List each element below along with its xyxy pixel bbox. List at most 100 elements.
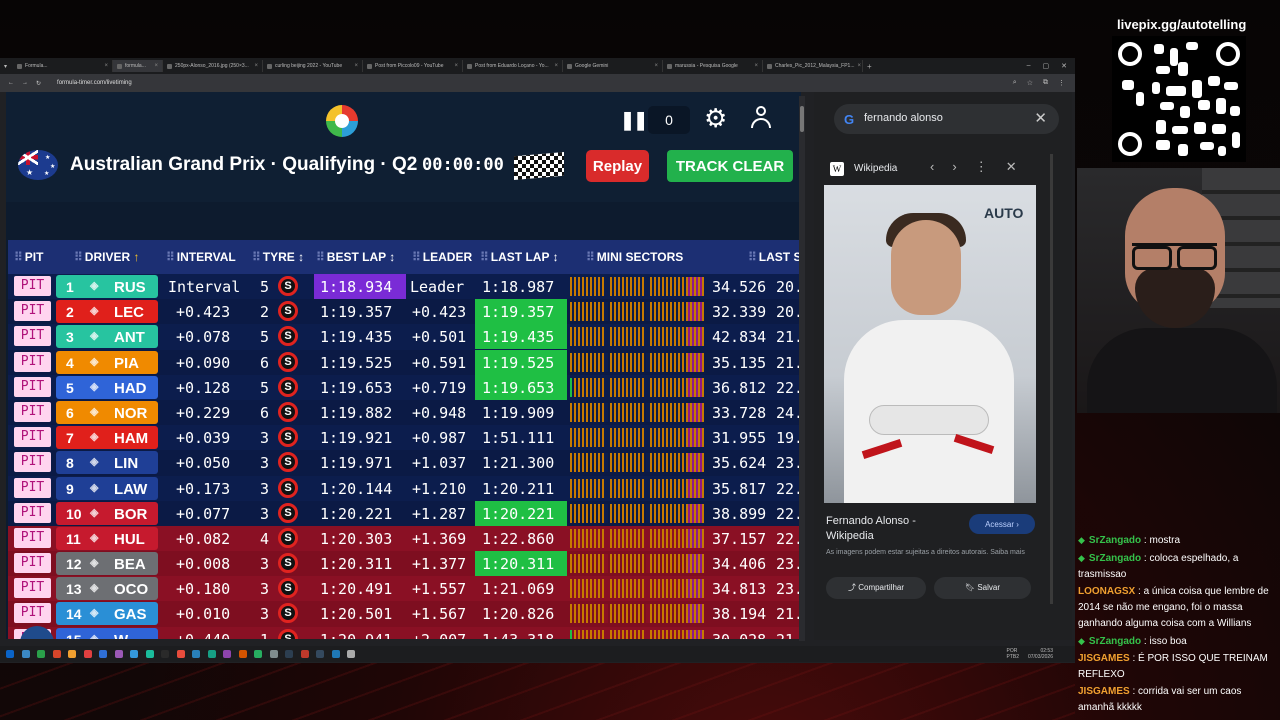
- tab-close-icon[interactable]: ×: [655, 63, 659, 69]
- chat-username[interactable]: SrZangado: [1089, 636, 1141, 647]
- pause-icon[interactable]: ❚❚: [620, 110, 648, 131]
- timing-row[interactable]: PIT 5 ◈ HAD +0.128 5 S 1:19.653 +0.719 1:19.653 36…: [8, 374, 801, 400]
- driver-badge[interactable]: 5 ◈ HAD: [56, 375, 158, 399]
- taskbar-app-icon[interactable]: [347, 650, 355, 658]
- browser-tab[interactable]: Post from Piccolo09 - YouTube ×: [363, 60, 464, 72]
- reload-icon[interactable]: ↻: [36, 80, 41, 87]
- browser-tab[interactable]: 250px-Alonso_2016.jpg (250×3... ×: [163, 60, 264, 72]
- driver-badge[interactable]: 15 ◈ W ALB: [56, 627, 158, 639]
- driver-badge[interactable]: 11 ◈ HUL: [56, 526, 158, 550]
- driver-badge[interactable]: 12 ◈ BEA: [56, 552, 158, 576]
- gear-icon[interactable]: ⚙: [704, 103, 727, 134]
- driver-badge[interactable]: 2 ◈ LEC: [56, 300, 158, 324]
- new-tab-icon[interactable]: +: [863, 62, 872, 71]
- save-button[interactable]: 🔖︎ Salvar: [934, 577, 1031, 599]
- url-text[interactable]: formula-timer.com/livetiming: [57, 80, 132, 86]
- taskbar-app-icon[interactable]: [99, 650, 107, 658]
- close-icon[interactable]: ✕: [1034, 109, 1047, 127]
- taskbar-app-icon[interactable]: [83, 650, 92, 658]
- driver-badge[interactable]: 9 ◈ LAW: [56, 476, 158, 500]
- driver-badge[interactable]: 1 ◈ RUS: [56, 275, 158, 298]
- header-interval[interactable]: ⠿ INTERVAL: [166, 250, 236, 264]
- image-caption[interactable]: Fernando Alonso - Wikipedia: [826, 514, 956, 544]
- taskbar-app-icon[interactable]: [192, 650, 200, 658]
- forward-icon[interactable]: →: [22, 80, 28, 86]
- tab-close-icon[interactable]: ×: [755, 63, 759, 69]
- timing-row[interactable]: PIT 6 ◈ NOR +0.229 6 S 1:19.882 +0.948 1:19.909 33…: [8, 399, 801, 426]
- back-icon[interactable]: ←: [8, 80, 14, 86]
- taskbar-app-icon[interactable]: [21, 650, 30, 658]
- visit-button[interactable]: Acessar ›: [969, 514, 1035, 534]
- browser-tab[interactable]: curling beijing 2022 - YouTube ×: [263, 60, 364, 72]
- header-driver[interactable]: ⠿ DRIVER ↑: [74, 250, 139, 264]
- timing-row[interactable]: PIT 4 ◈ PIA +0.090 6 S 1:19.525 +0.591 1:19.525 35…: [8, 349, 801, 375]
- tab-close-icon[interactable]: ×: [455, 63, 459, 69]
- more-icon[interactable]: ⋮: [975, 159, 1006, 174]
- taskbar-app-icon[interactable]: [269, 650, 278, 658]
- driver-photo[interactable]: AUTO: [824, 185, 1036, 503]
- window-close-icon[interactable]: ✕: [1061, 62, 1067, 70]
- browser-tab[interactable]: Formula... ×: [13, 60, 114, 72]
- timing-row[interactable]: PIT15◈W ALB+0.4401S1:20.941+2.0071:43.31…: [8, 626, 801, 639]
- share-button[interactable]: ⤴ Compartilhar: [826, 577, 926, 599]
- header-last-sector[interactable]: ⠿ LAST S: [748, 250, 801, 264]
- site-logo-icon[interactable]: [326, 105, 358, 137]
- source-name[interactable]: Wikipedia: [854, 163, 897, 174]
- taskbar-app-icon[interactable]: [223, 650, 231, 658]
- timing-row[interactable]: PIT 14 ◈ GAS +0.010 3 S 1:20.501 +1.567 1:20.826 3…: [8, 601, 801, 627]
- chat-username[interactable]: SrZangado: [1089, 553, 1141, 564]
- timing-row[interactable]: PIT 13 ◈ OCO +0.180 3 S 1:20.491 +1.557 1:21.069 3…: [8, 576, 801, 602]
- browser-tab[interactable]: Charles_Pic_2012_Malaysia_FP1... ×: [763, 60, 864, 72]
- timing-row[interactable]: PIT 12 ◈ BEA +0.008 3 S 1:20.311 +1.377 1:20.311 3…: [8, 551, 801, 577]
- header-last-lap[interactable]: ⠿ LAST LAP ↕: [480, 250, 559, 264]
- tab-close-icon[interactable]: ×: [555, 63, 559, 69]
- taskbar-app-icon[interactable]: [176, 650, 185, 658]
- browser-tab[interactable]: Post from Eduardo Loçano - Yo... ×: [463, 60, 564, 72]
- driver-badge[interactable]: 6 ◈ NOR: [56, 400, 158, 424]
- tab-search-icon[interactable]: ▾: [4, 63, 7, 70]
- page-scrollbar[interactable]: [799, 96, 805, 641]
- bookmark-star-icon[interactable]: ☆: [1027, 79, 1033, 87]
- timing-row[interactable]: PIT 8 ◈ LIN +0.050 3 S 1:19.971 +1.037 1:21.300 35…: [8, 450, 801, 476]
- browser-tab[interactable]: formula... ×: [113, 60, 164, 72]
- header-tyre[interactable]: ⠿ TYRE ↕: [252, 250, 304, 264]
- driver-badge[interactable]: 13 ◈ OCO: [56, 577, 158, 601]
- track-status-button[interactable]: TRACK CLEAR: [667, 150, 793, 182]
- timing-row[interactable]: PIT 3 ◈ ANT +0.078 5 S 1:19.435 +0.501 1:19.435 42…: [8, 324, 801, 350]
- taskbar-app-icon[interactable]: [207, 650, 216, 658]
- driver-badge[interactable]: 8 ◈ LIN: [56, 451, 158, 475]
- search-input[interactable]: fernando alonso: [864, 112, 943, 124]
- taskbar-app-icon[interactable]: [68, 650, 76, 658]
- taskbar-app-icon[interactable]: [130, 650, 138, 658]
- header-pit[interactable]: ⠿ PIT: [14, 250, 43, 264]
- taskbar-app-icon[interactable]: [238, 650, 247, 658]
- header-mini-sectors[interactable]: ⠿ MINI SECTORS: [586, 250, 683, 264]
- replay-button[interactable]: Replay: [586, 150, 649, 182]
- driver-badge[interactable]: 4 ◈ PIA: [56, 350, 158, 374]
- timing-row[interactable]: PIT 7 ◈ HAM +0.039 3 S 1:19.921 +0.987 1:51.111 31…: [8, 425, 801, 451]
- taskbar-app-icon[interactable]: [37, 650, 45, 658]
- header-best-lap[interactable]: ⠿ BEST LAP ↕: [316, 250, 395, 264]
- browser-tab[interactable]: marussia - Pesquisa Google ×: [663, 60, 764, 72]
- header-leader[interactable]: ⠿ LEADER: [412, 250, 472, 264]
- taskbar-app-icon[interactable]: [331, 650, 340, 658]
- driver-badge[interactable]: 10 ◈ BOR: [56, 501, 158, 525]
- tab-close-icon[interactable]: ×: [155, 63, 159, 69]
- zoom-icon[interactable]: ⌕: [1013, 79, 1017, 87]
- delay-counter[interactable]: 0: [648, 106, 690, 134]
- timing-row[interactable]: PIT 10 ◈ BOR +0.077 3 S 1:20.221 +1.287 1:20.221 3…: [8, 500, 801, 526]
- user-icon[interactable]: [750, 104, 772, 130]
- chat-username[interactable]: JISGAMES: [1078, 686, 1130, 697]
- chat-username[interactable]: JISGAMES: [1078, 653, 1130, 664]
- search-box[interactable]: G fernando alonso ✕: [834, 104, 1059, 134]
- taskbar-app-icon[interactable]: [114, 650, 123, 658]
- prev-icon[interactable]: ‹: [930, 159, 952, 174]
- taskbar-app-icon[interactable]: [145, 650, 154, 658]
- tab-close-icon[interactable]: ×: [858, 63, 862, 69]
- taskbar-app-icon[interactable]: [161, 650, 169, 658]
- keyboard-language[interactable]: POR PTB2: [1006, 648, 1019, 660]
- driver-badge[interactable]: 3 ◈ ANT: [56, 325, 158, 349]
- timing-row[interactable]: PIT 1 ◈ RUS Interval 5 S 1:18.934 Leader 1:18.987…: [8, 274, 801, 300]
- tab-close-icon[interactable]: ×: [105, 63, 109, 69]
- menu-icon[interactable]: ⋮: [1058, 79, 1065, 87]
